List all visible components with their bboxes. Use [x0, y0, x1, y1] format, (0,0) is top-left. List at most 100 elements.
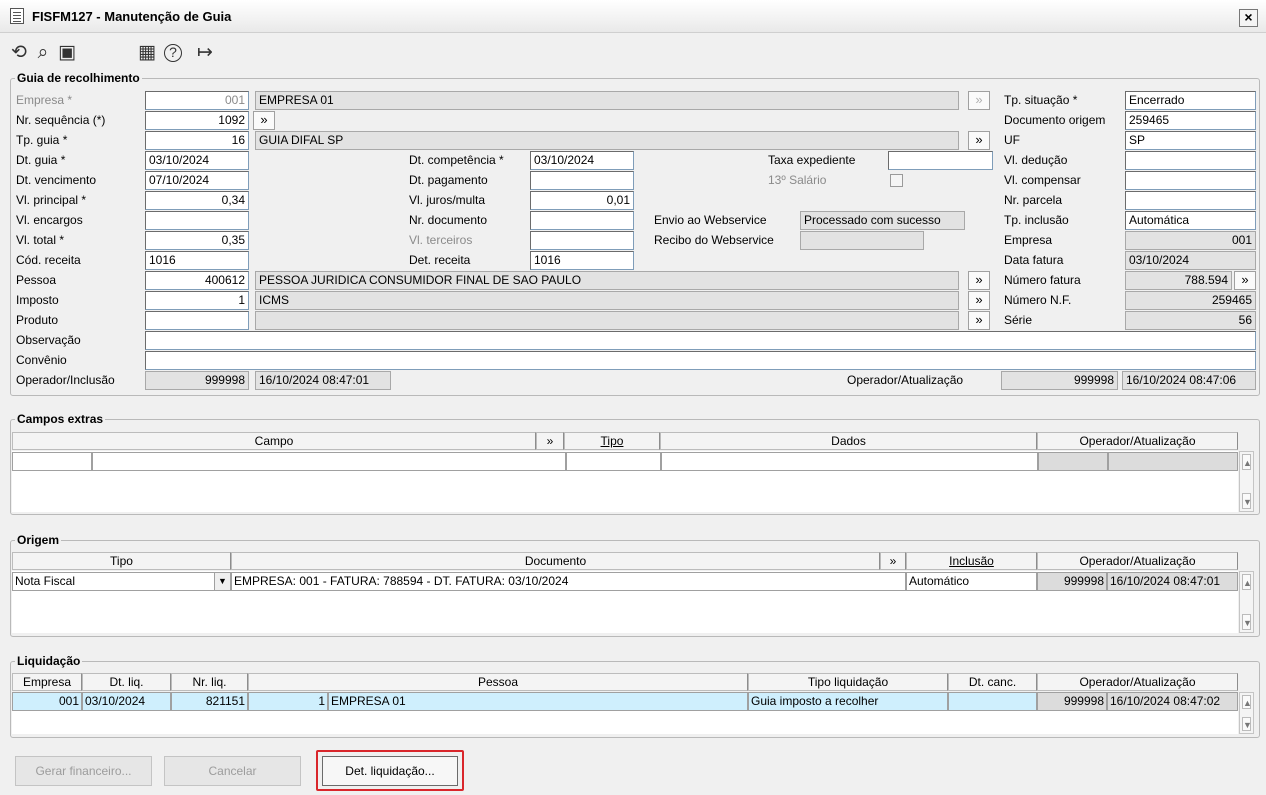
origem-tipo-column-header[interactable]: Tipo: [12, 552, 231, 570]
liq-empresa-cell[interactable]: 001: [12, 692, 82, 711]
origem-scrollbar[interactable]: ▲ ▼: [1239, 571, 1254, 633]
det-receita-input[interactable]: 1016: [530, 251, 634, 270]
dt-competencia-input[interactable]: 03/10/2024: [530, 151, 634, 170]
empresa-code-input[interactable]: 001: [145, 91, 249, 110]
liq-dt-liq-column-header[interactable]: Dt. liq.: [82, 673, 171, 691]
campos-extras-cell[interactable]: [12, 452, 92, 471]
origem-documento-column-header[interactable]: Documento: [231, 552, 880, 570]
close-button[interactable]: ×: [1239, 9, 1258, 27]
campos-extras-cell[interactable]: [92, 452, 566, 471]
dados-column-header[interactable]: Dados: [660, 432, 1037, 450]
pessoa-name-field: PESSOA JURIDICA CONSUMIDOR FINAL DE SAO …: [255, 271, 959, 290]
imposto-code-input[interactable]: 1: [145, 291, 249, 310]
scroll-up-icon[interactable]: ▲: [1242, 574, 1252, 590]
origem-tipo-value: Nota Fiscal: [15, 574, 76, 588]
dt-pagamento-input[interactable]: [530, 171, 634, 190]
chevron-down-icon[interactable]: ▼: [214, 573, 230, 590]
vl-compensar-input[interactable]: [1125, 171, 1256, 190]
decimo-terceiro-checkbox[interactable]: [890, 174, 903, 187]
liq-tipo-column-header[interactable]: Tipo liquidação: [748, 673, 948, 691]
liq-pessoa-name-cell[interactable]: EMPRESA 01: [328, 692, 748, 711]
observacao-input[interactable]: [145, 331, 1256, 350]
liq-dt-canc-cell[interactable]: [948, 692, 1037, 711]
scroll-down-icon[interactable]: ▼: [1242, 493, 1252, 509]
scroll-down-icon[interactable]: ▼: [1242, 717, 1252, 731]
empresa-right-label: Empresa: [1004, 233, 1053, 247]
scroll-up-icon[interactable]: ▲: [1242, 454, 1252, 470]
vl-terceiros-input[interactable]: [530, 231, 634, 250]
origem-inclusao-cell[interactable]: Automático: [906, 572, 1037, 591]
help-icon[interactable]: ?: [164, 44, 182, 62]
produto-label: Produto: [16, 313, 59, 327]
tp-inclusao-input[interactable]: Automática: [1125, 211, 1256, 230]
pessoa-label: Pessoa: [16, 273, 57, 287]
pessoa-code-input[interactable]: 400612: [145, 271, 249, 290]
search-icon[interactable]: ⌕: [32, 42, 54, 64]
origem-lookup-header[interactable]: »: [880, 552, 906, 570]
origem-tipo-combo[interactable]: Nota Fiscal ▼: [12, 572, 231, 591]
origem-documento-cell[interactable]: EMPRESA: 001 - FATURA: 788594 - DT. FATU…: [231, 572, 906, 591]
origem-operador-column-header[interactable]: Operador/Atualização: [1037, 552, 1238, 570]
imposto-lookup-button[interactable]: »: [968, 291, 990, 310]
vl-encargos-input[interactable]: [145, 211, 249, 230]
dt-vencimento-input[interactable]: 07/10/2024: [145, 171, 249, 190]
liq-dt-canc-column-header[interactable]: Dt. canc.: [948, 673, 1037, 691]
empresa-lookup-button[interactable]: »: [968, 91, 990, 110]
undo-icon[interactable]: ⟲: [8, 42, 30, 64]
produto-name-field: [255, 311, 959, 330]
liq-pessoa-code-cell[interactable]: 1: [248, 692, 328, 711]
vl-total-input[interactable]: 0,35: [145, 231, 249, 250]
scroll-up-icon[interactable]: ▲: [1242, 695, 1252, 709]
serie-field: 56: [1125, 311, 1256, 330]
liq-operador-column-header[interactable]: Operador/Atualização: [1037, 673, 1238, 691]
exit-icon[interactable]: ↦: [194, 42, 216, 64]
liq-empresa-column-header[interactable]: Empresa: [12, 673, 82, 691]
produto-lookup-button[interactable]: »: [968, 311, 990, 330]
convenio-input[interactable]: [145, 351, 1256, 370]
produto-code-input[interactable]: [145, 311, 249, 330]
nr-sequencia-input[interactable]: 1092: [145, 111, 249, 130]
det-liquidacao-button[interactable]: Det. liquidação...: [322, 756, 458, 786]
liq-pessoa-column-header[interactable]: Pessoa: [248, 673, 748, 691]
tp-guia-lookup-button[interactable]: »: [968, 131, 990, 150]
dt-guia-input[interactable]: 03/10/2024: [145, 151, 249, 170]
nr-parcela-input[interactable]: [1125, 191, 1256, 210]
liquidacao-scrollbar[interactable]: ▲ ▼: [1239, 692, 1254, 734]
gerar-financeiro-button[interactable]: Gerar financeiro...: [15, 756, 152, 786]
cancelar-button[interactable]: Cancelar: [164, 756, 301, 786]
origem-inclusao-column-header[interactable]: Inclusão: [906, 552, 1037, 570]
tipo-column-header[interactable]: Tipo: [564, 432, 660, 450]
pessoa-lookup-button[interactable]: »: [968, 271, 990, 290]
numero-fatura-lookup-button[interactable]: »: [1234, 271, 1256, 290]
scroll-down-icon[interactable]: ▼: [1242, 614, 1252, 630]
liq-tipo-cell[interactable]: Guia imposto a recolher: [748, 692, 948, 711]
vl-terceiros-label: Vl. terceiros: [409, 233, 473, 247]
nr-documento-label: Nr. documento: [409, 213, 488, 227]
campos-extras-scrollbar[interactable]: ▲ ▼: [1239, 451, 1254, 512]
nr-sequencia-lookup-button[interactable]: »: [253, 111, 275, 130]
campo-column-header[interactable]: Campo: [12, 432, 536, 450]
tp-situacao-input[interactable]: Encerrado: [1125, 91, 1256, 110]
liq-nr-liq-cell[interactable]: 821151: [171, 692, 248, 711]
cod-receita-input[interactable]: 1016: [145, 251, 249, 270]
operador-column-header[interactable]: Operador/Atualização: [1037, 432, 1238, 450]
vl-principal-input[interactable]: 0,34: [145, 191, 249, 210]
calendar-icon[interactable]: ▦: [136, 42, 158, 64]
liq-nr-liq-column-header[interactable]: Nr. liq.: [171, 673, 248, 691]
save-icon[interactable]: ▣: [56, 42, 78, 64]
vl-principal-label: Vl. principal *: [16, 193, 87, 207]
uf-input[interactable]: SP: [1125, 131, 1256, 150]
tp-guia-code-input[interactable]: 16: [145, 131, 249, 150]
origem-legend: Origem: [15, 533, 62, 547]
empresa-name-field: EMPRESA 01: [255, 91, 959, 110]
liq-dt-liq-cell[interactable]: 03/10/2024: [82, 692, 171, 711]
vl-juros-input[interactable]: 0,01: [530, 191, 634, 210]
nr-documento-input[interactable]: [530, 211, 634, 230]
campo-lookup-header[interactable]: »: [536, 432, 564, 450]
campos-extras-cell[interactable]: [661, 452, 1038, 471]
envio-webservice-label: Envio ao Webservice: [654, 213, 767, 227]
campos-extras-cell[interactable]: [566, 452, 661, 471]
vl-deducao-input[interactable]: [1125, 151, 1256, 170]
documento-origem-input[interactable]: 259465: [1125, 111, 1256, 130]
taxa-expediente-input[interactable]: [888, 151, 993, 170]
